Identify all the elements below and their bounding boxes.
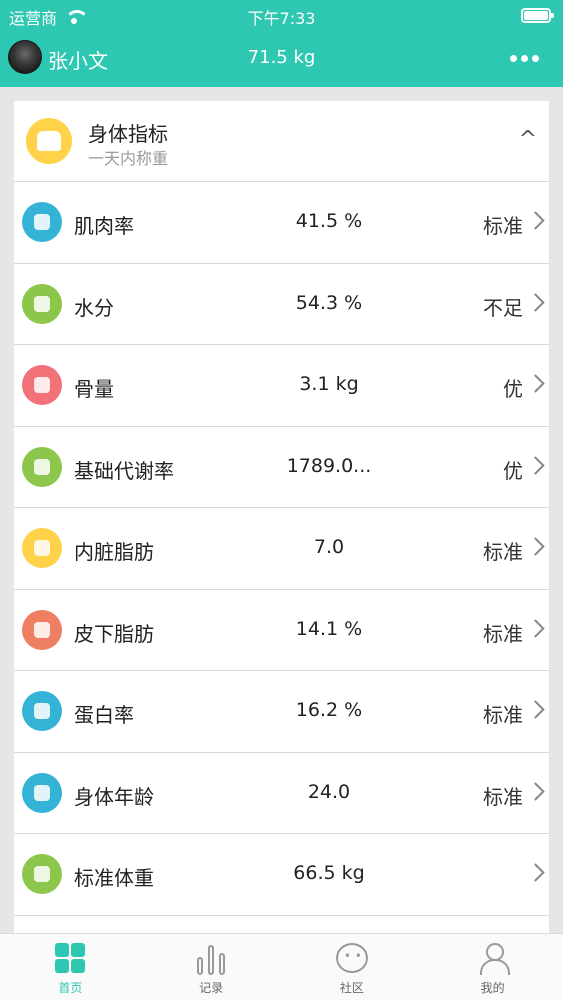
battery-icon [521, 8, 554, 23]
metric-name: 水分 [74, 295, 114, 320]
metric-value: 1789.0... [286, 454, 372, 477]
card-title: 身体指标 [88, 122, 168, 146]
lungs-icon [22, 528, 62, 568]
metric-value: 66.5 kg [293, 862, 365, 884]
chevron-right-icon [529, 456, 543, 476]
metric-status: 标准 [483, 621, 523, 646]
tab-home[interactable]: 首页 [0, 934, 141, 1000]
metabolism-icon [22, 446, 62, 487]
metric-name: 骨量 [74, 377, 114, 401]
metric-value: 16.2 % [295, 699, 363, 721]
metric-value: 3.1 kg [299, 373, 359, 395]
bone-icon [22, 365, 62, 405]
metric-status: 优 [503, 377, 523, 401]
metric-name: 蛋白率 [74, 703, 134, 727]
profile-icon [478, 943, 510, 975]
standard-weight-icon [22, 854, 62, 894]
status-time: 下午7:33 [247, 9, 316, 28]
collapse-icon[interactable]: ^ [519, 127, 537, 152]
water-drop-icon [22, 283, 62, 324]
metric-name: 内脏脂肪 [74, 540, 154, 564]
metric-row[interactable]: 骨量 3.1 kg 优 [14, 345, 549, 427]
scale-icon [26, 118, 72, 164]
more-icon[interactable] [510, 55, 539, 62]
metric-row[interactable]: 身体年龄 24.0 标准 [14, 753, 549, 834]
metric-name: 肌肉率 [74, 214, 134, 238]
chevron-right-icon [529, 537, 543, 557]
status-bar: 运营商 下午7:33 [0, 0, 563, 30]
metric-name: 标准体重 [74, 866, 154, 890]
tab-profile[interactable]: 我的 [422, 934, 563, 1000]
tab-label: 我的 [480, 981, 505, 995]
tab-label: 社区 [339, 981, 364, 995]
community-icon [335, 943, 368, 973]
current-weight: 71.5 kg [247, 47, 316, 68]
protein-icon [22, 691, 62, 731]
metric-row[interactable]: 标准体重 66.5 kg [14, 834, 549, 916]
metrics-list: 肌肉率 41.5 % 标准 水分 54.3 % 不足 骨量 3.1 kg 优基础代谢率 1789.… [14, 182, 549, 916]
metric-value: 24.0 [307, 780, 351, 803]
tab-bar: 首页 记录 社区 我的 [0, 933, 563, 1000]
home-icon [55, 943, 86, 973]
metric-name: 身体年龄 [74, 784, 154, 809]
metric-value: 54.3 % [295, 291, 363, 314]
chevron-right-icon [529, 374, 543, 394]
tab-community[interactable]: 社区 [282, 934, 423, 1000]
chevron-right-icon [529, 619, 543, 639]
tab-label: 记录 [199, 981, 224, 995]
metric-status: 标准 [483, 214, 523, 238]
chevron-right-icon [529, 782, 543, 802]
metric-status: 标准 [483, 703, 523, 727]
metric-row[interactable]: 皮下脂肪 14.1 % 标准 [14, 590, 549, 671]
chevron-right-icon [529, 700, 543, 720]
metric-value: 14.1 % [295, 617, 363, 640]
metric-status: 不足 [483, 295, 523, 320]
metric-status: 优 [503, 458, 523, 483]
body-age-icon [22, 772, 62, 813]
metric-name: 基础代谢率 [74, 458, 174, 483]
body-metrics-card: 身体指标 一天内称重 ^ 肌肉率 41.5 % 标准 水分 54.3 % 不足 骨量 3.1 … [14, 101, 549, 933]
metric-status: 标准 [483, 540, 523, 564]
chevron-right-icon [529, 293, 543, 313]
nav-bar: 张小文 71.5 kg [0, 38, 563, 78]
records-icon [197, 943, 226, 975]
metric-row[interactable]: 肌肉率 41.5 % 标准 [14, 182, 549, 264]
chevron-right-icon [529, 863, 543, 883]
card-subtitle: 一天内称重 [88, 149, 169, 168]
muscle-icon [22, 202, 62, 242]
card-header[interactable]: 身体指标 一天内称重 ^ [14, 101, 549, 182]
metric-row[interactable]: 基础代谢率 1789.0... 优 [14, 427, 549, 508]
metric-row[interactable]: 水分 54.3 % 不足 [14, 264, 549, 345]
metric-row[interactable]: 内脏脂肪 7.0 标准 [14, 508, 549, 590]
metric-name: 皮下脂肪 [74, 621, 154, 646]
metric-status: 标准 [483, 784, 523, 809]
tab-records[interactable]: 记录 [141, 934, 282, 1000]
skin-fat-icon [22, 609, 62, 650]
metric-value: 7.0 [313, 536, 345, 558]
chevron-right-icon [529, 211, 543, 231]
tab-label: 首页 [58, 981, 83, 995]
top-bar: 运营商 下午7:33 张小文 71.5 kg [0, 0, 563, 87]
metric-value: 41.5 % [295, 210, 363, 232]
metric-row[interactable]: 蛋白率 16.2 % 标准 [14, 671, 549, 753]
